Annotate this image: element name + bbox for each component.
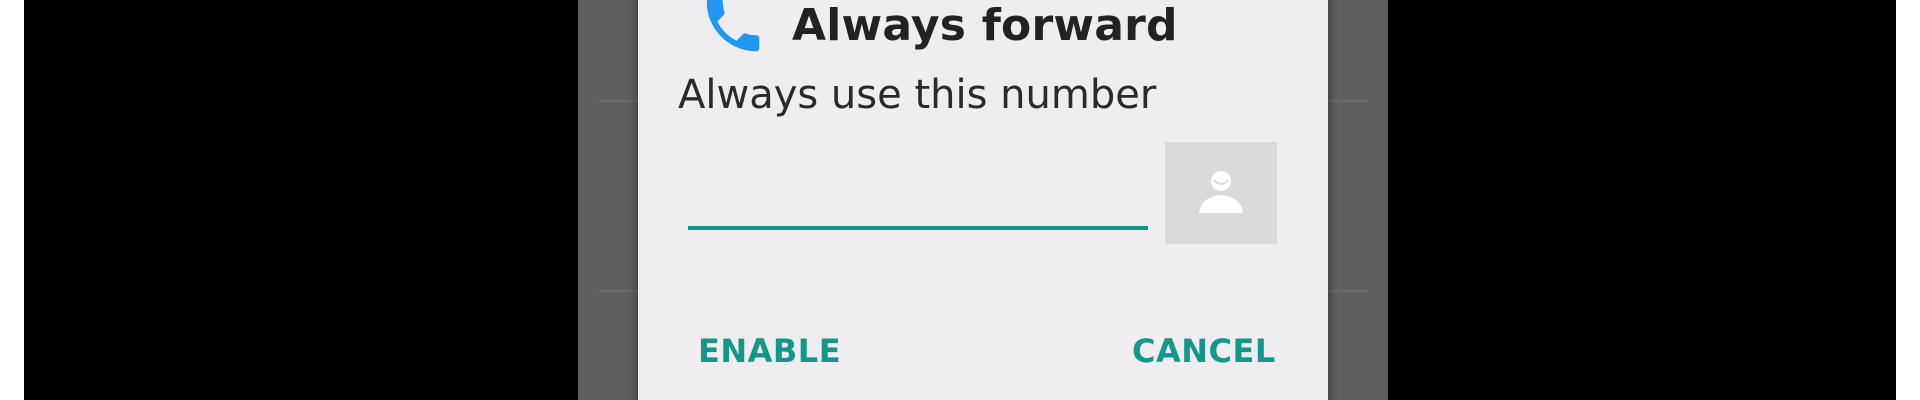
- right-frame-strip: [1896, 0, 1920, 400]
- contact-picker-button[interactable]: [1165, 142, 1277, 244]
- contact-picker-icon: [1191, 161, 1251, 225]
- dialog-header: Always forward: [698, 0, 1178, 60]
- dialog-message: Always use this number: [678, 72, 1157, 118]
- phone-screen: Always forward Always use this number EN…: [578, 0, 1388, 400]
- forward-number-input[interactable]: [688, 160, 1148, 230]
- enable-button[interactable]: ENABLE: [698, 332, 841, 370]
- always-forward-dialog: Always forward Always use this number EN…: [638, 0, 1328, 400]
- phone-icon: [698, 0, 768, 60]
- dialog-title: Always forward: [792, 0, 1178, 51]
- left-frame-strip: [0, 0, 24, 400]
- cancel-button[interactable]: CANCEL: [1132, 332, 1276, 370]
- number-input-container: [688, 160, 1148, 234]
- screen: Always forward Always use this number EN…: [0, 0, 1920, 400]
